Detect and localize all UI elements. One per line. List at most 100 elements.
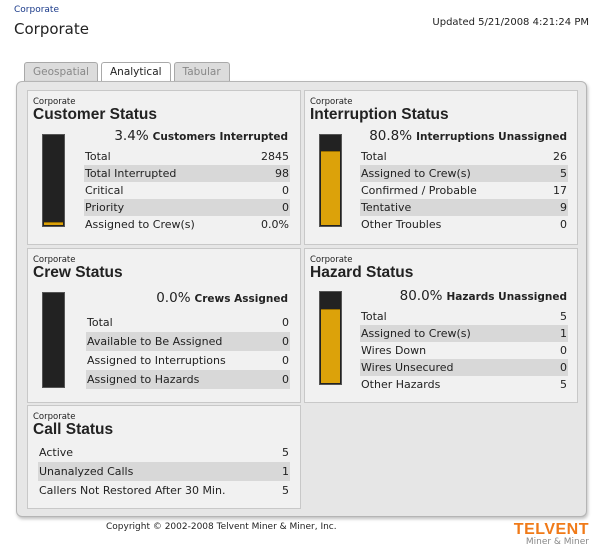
- stat-value: 0: [560, 361, 567, 374]
- stat-label: Total: [361, 310, 387, 323]
- stat-value: 0: [560, 218, 567, 231]
- customers-interrupted-gauge: [42, 134, 65, 227]
- stat-row: Other Hazards 5: [360, 376, 568, 393]
- stat-label: Confirmed / Probable: [361, 184, 477, 197]
- stats-list: Total 0 Available to Be Assigned 0 Assigne…: [86, 313, 290, 389]
- stats-list: Active 5 Unanalyzed Calls 1 Callers Not Re…: [38, 443, 290, 500]
- stat-value: 0: [282, 184, 289, 197]
- breadcrumb[interactable]: Corporate: [14, 5, 59, 15]
- stat-label: Total Interrupted: [85, 167, 177, 180]
- stat-row: Assigned to Crew(s) 5: [360, 165, 568, 182]
- card-title: Interruption Status: [310, 106, 449, 123]
- logo-subtitle: Miner & Miner: [525, 537, 589, 547]
- stat-row: Total 26: [360, 148, 568, 165]
- stat-label: Priority: [85, 201, 125, 214]
- card-title: Hazard Status: [310, 264, 414, 281]
- stat-value: 0: [560, 344, 567, 357]
- card-title: Customer Status: [33, 106, 158, 123]
- stat-label: Wires Down: [361, 344, 427, 357]
- stat-label: Unanalyzed Calls: [39, 465, 134, 478]
- stat-value: 1: [560, 327, 567, 340]
- view-tabs: Geospatial Analytical Tabular: [24, 62, 230, 83]
- stat-value: 26: [553, 150, 567, 163]
- stat-label: Total: [85, 150, 111, 163]
- stat-row: Total 0: [86, 313, 290, 332]
- stat-label: Other Hazards: [361, 378, 441, 391]
- stat-row: Available to Be Assigned 0: [86, 332, 290, 351]
- gauge-fill: [44, 221, 63, 225]
- hazards-unassigned-gauge: [319, 291, 342, 385]
- stat-row: Other Troubles 0: [360, 216, 568, 233]
- gauge-fill: [321, 151, 340, 225]
- stat-row: Total Interrupted 98: [84, 165, 290, 182]
- page-title: Corporate: [14, 20, 89, 38]
- stat-label: Wires Unsecured: [361, 361, 454, 374]
- stat-label: Assigned to Crew(s): [85, 218, 195, 231]
- tab-tabular[interactable]: Tabular: [173, 62, 230, 81]
- stat-row: Priority 0: [84, 199, 290, 216]
- stat-row: Assigned to Hazards 0: [86, 370, 290, 389]
- analytical-panel: Corporate Customer Status 3.4% Customers …: [16, 81, 587, 517]
- percent-value: 80.0%: [399, 288, 443, 304]
- stats-list: Total 5 Assigned to Crew(s) 1 Wires Down 0 …: [360, 308, 568, 393]
- stat-row: Critical 0: [84, 182, 290, 199]
- percent-value: 0.0%: [156, 290, 191, 306]
- stat-label: Assigned to Hazards: [87, 373, 200, 386]
- stat-value: 0: [282, 335, 289, 348]
- percent-label: Interruptions Unassigned: [416, 131, 567, 143]
- stat-row: Confirmed / Probable 17: [360, 182, 568, 199]
- stat-value: 0: [282, 316, 289, 329]
- percent-value: 80.8%: [369, 128, 413, 144]
- stat-label: Tentative: [361, 201, 412, 214]
- hazard-status-card: Corporate Hazard Status 80.0% Hazards Una…: [304, 248, 578, 403]
- customer-status-card: Corporate Customer Status 3.4% Customers …: [27, 90, 301, 245]
- gauge-fill: [321, 309, 340, 383]
- percent-label: Crews Assigned: [194, 293, 288, 305]
- stat-value: 0: [282, 201, 289, 214]
- stat-row: Wires Unsecured 0: [360, 359, 568, 376]
- updated-timestamp: Updated 5/21/2008 4:21:24 PM: [432, 17, 589, 28]
- call-status-card: Corporate Call Status Active 5 Unanalyzed…: [27, 405, 301, 509]
- percent-readout: 80.8% Interruptions Unassigned: [369, 128, 567, 144]
- stats-list: Total 26 Assigned to Crew(s) 5 Confirmed /…: [360, 148, 568, 233]
- stat-value: 17: [553, 184, 567, 197]
- stat-value: 2845: [261, 150, 289, 163]
- stat-value: 0.0%: [261, 218, 289, 231]
- stat-row: Total 5: [360, 308, 568, 325]
- stats-list: Total 2845 Total Interrupted 98 Critical 0 …: [84, 148, 290, 233]
- stat-row: Assigned to Crew(s) 0.0%: [84, 216, 290, 233]
- stat-label: Assigned to Interruptions: [87, 354, 226, 367]
- tab-geospatial[interactable]: Geospatial: [24, 62, 98, 81]
- card-title: Crew Status: [33, 264, 123, 281]
- stat-value: 1: [282, 465, 289, 478]
- stat-row: Unanalyzed Calls 1: [38, 462, 290, 481]
- stat-row: Assigned to Interruptions 0: [86, 351, 290, 370]
- stat-value: 5: [282, 446, 289, 459]
- card-title: Call Status: [33, 421, 114, 438]
- percent-label: Hazards Unassigned: [446, 291, 567, 303]
- tab-analytical[interactable]: Analytical: [100, 62, 171, 83]
- stat-value: 5: [282, 484, 289, 497]
- stat-label: Total: [87, 316, 113, 329]
- stat-label: Other Troubles: [361, 218, 442, 231]
- stat-value: 5: [560, 378, 567, 391]
- interruption-status-card: Corporate Interruption Status 80.8% Inter…: [304, 90, 578, 245]
- stat-row: Tentative 9: [360, 199, 568, 216]
- stat-value: 0: [282, 373, 289, 386]
- stat-label: Total: [361, 150, 387, 163]
- interruptions-unassigned-gauge: [319, 134, 342, 227]
- stat-label: Callers Not Restored After 30 Min.: [39, 484, 226, 497]
- stat-row: Active 5: [38, 443, 290, 462]
- stat-row: Wires Down 0: [360, 342, 568, 359]
- crew-status-card: Corporate Crew Status 0.0% Crews Assigned…: [27, 248, 301, 403]
- percent-value: 3.4%: [114, 128, 149, 144]
- stat-value: 0: [282, 354, 289, 367]
- stat-label: Assigned to Crew(s): [361, 327, 471, 340]
- percent-label: Customers Interrupted: [152, 131, 288, 143]
- stat-value: 98: [275, 167, 289, 180]
- stat-row: Assigned to Crew(s) 1: [360, 325, 568, 342]
- stat-label: Active: [39, 446, 74, 459]
- stat-label: Assigned to Crew(s): [361, 167, 471, 180]
- stat-value: 9: [560, 201, 567, 214]
- percent-readout: 0.0% Crews Assigned: [156, 290, 288, 306]
